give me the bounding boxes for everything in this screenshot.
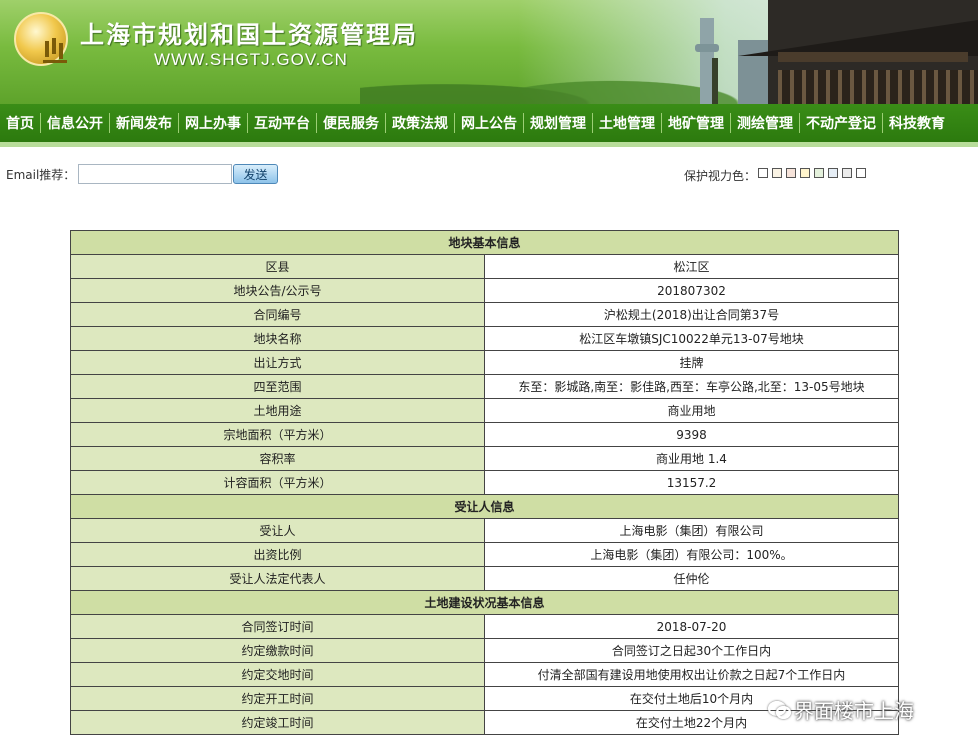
section-title: 地块基本信息	[70, 230, 899, 255]
table-row: 受让人法定代表人 任仲伦	[70, 566, 899, 591]
section-header-row: 土地建设状况基本信息	[70, 590, 899, 615]
eye-protection-color-label: 保护视力色：	[684, 169, 757, 183]
row-value: 9398	[484, 422, 899, 447]
row-label: 计容面积（平方米）	[70, 470, 485, 495]
row-value: 13157.2	[484, 470, 899, 495]
table-row: 容积率 商业用地 1.4	[70, 446, 899, 471]
table-row: 地块名称 松江区车墩镇SJC10022单元13-07号地块	[70, 326, 899, 351]
section-header-row: 地块基本信息	[70, 230, 899, 255]
eye-protection-color-swatches	[758, 168, 866, 178]
table-row: 受让人 上海电影（集团）有限公司	[70, 518, 899, 543]
section-title: 土地建设状况基本信息	[70, 590, 899, 615]
row-label: 约定开工时间	[70, 686, 485, 711]
table-row: 土地用途 商业用地	[70, 398, 899, 423]
send-button[interactable]: 发送	[233, 164, 278, 184]
row-value: 付清全部国有建设用地使用权出让价款之日起7个工作日内	[484, 662, 899, 687]
row-label: 宗地面积（平方米）	[70, 422, 485, 447]
nav-item[interactable]: 新闻发布	[110, 113, 178, 133]
watermark: 界面楼市上海	[768, 695, 914, 723]
row-label: 土地用途	[70, 398, 485, 423]
nav-item[interactable]: 网上办事	[179, 113, 247, 133]
email-input[interactable]	[78, 164, 232, 184]
color-swatch[interactable]	[800, 168, 810, 178]
row-label: 约定竣工时间	[70, 710, 485, 735]
row-value: 上海电影（集团）有限公司：100%。	[484, 542, 899, 567]
row-label: 合同签订时间	[70, 614, 485, 639]
row-label: 约定交地时间	[70, 662, 485, 687]
table-row: 区县 松江区	[70, 254, 899, 279]
bureau-logo-icon[interactable]	[14, 12, 68, 66]
color-swatch[interactable]	[828, 168, 838, 178]
pavilion-roof	[738, 20, 978, 56]
row-label: 受让人	[70, 518, 485, 543]
wechat-icon	[768, 699, 791, 719]
nav-item[interactable]: 信息公开	[41, 113, 109, 133]
nav-underline	[0, 142, 978, 147]
pavilion-eaves	[778, 52, 968, 62]
row-value: 松江区车墩镇SJC10022单元13-07号地块	[484, 326, 899, 351]
logo-emblem-icon	[43, 38, 67, 63]
color-swatch[interactable]	[786, 168, 796, 178]
row-value: 任仲伦	[484, 566, 899, 591]
color-swatch[interactable]	[856, 168, 866, 178]
row-value: 商业用地	[484, 398, 899, 423]
nav-item[interactable]: 测绘管理	[731, 113, 799, 133]
table-row: 地块公告/公示号 201807302	[70, 278, 899, 303]
site-url: WWW.SHGTJ.GOV.CN	[154, 50, 348, 69]
nav-item[interactable]: 互动平台	[248, 113, 316, 133]
nav-item[interactable]: 地矿管理	[662, 113, 730, 133]
pavilion-railing	[778, 70, 978, 104]
table-row: 约定缴款时间 合同签订之日起30个工作日内	[70, 638, 899, 663]
color-swatch[interactable]	[814, 168, 824, 178]
row-value: 沪松规土(2018)出让合同第37号	[484, 302, 899, 327]
row-value: 松江区	[484, 254, 899, 279]
row-label: 合同编号	[70, 302, 485, 327]
row-label: 容积率	[70, 446, 485, 471]
site-title: 上海市规划和国土资源管理局	[80, 21, 418, 49]
row-label: 地块名称	[70, 326, 485, 351]
watermark-text: 界面楼市上海	[794, 698, 914, 723]
row-label: 约定缴款时间	[70, 638, 485, 663]
nav-item[interactable]: 规划管理	[524, 113, 592, 133]
row-label: 地块公告/公示号	[70, 278, 485, 303]
table-row: 约定交地时间 付清全部国有建设用地使用权出让价款之日起7个工作日内	[70, 662, 899, 687]
row-value: 201807302	[484, 278, 899, 303]
email-recommend-label: Email推荐：	[6, 168, 76, 182]
row-value: 2018-07-20	[484, 614, 899, 639]
section-title: 受让人信息	[70, 494, 899, 519]
table-row: 合同签订时间 2018-07-20	[70, 614, 899, 639]
row-label: 受让人法定代表人	[70, 566, 485, 591]
color-swatch[interactable]	[772, 168, 782, 178]
table-row: 四至范围 东至：影城路,南至：影佳路,西至：车亭公路,北至：13-05号地块	[70, 374, 899, 399]
nav-item[interactable]: 不动产登记	[800, 113, 882, 133]
row-value: 挂牌	[484, 350, 899, 375]
row-value: 上海电影（集团）有限公司	[484, 518, 899, 543]
nav-item[interactable]: 首页	[0, 113, 40, 133]
row-value: 东至：影城路,南至：影佳路,西至：车亭公路,北至：13-05号地块	[484, 374, 899, 399]
table-row: 出资比例 上海电影（集团）有限公司：100%。	[70, 542, 899, 567]
nav-item[interactable]: 网上公告	[455, 113, 523, 133]
nav-item[interactable]: 政策法规	[386, 113, 454, 133]
color-swatch[interactable]	[758, 168, 768, 178]
row-label: 四至范围	[70, 374, 485, 399]
table-row: 宗地面积（平方米） 9398	[70, 422, 899, 447]
nav-item[interactable]: 便民服务	[317, 113, 385, 133]
row-label: 出让方式	[70, 350, 485, 375]
row-value: 商业用地 1.4	[484, 446, 899, 471]
table-row: 合同编号 沪松规土(2018)出让合同第37号	[70, 302, 899, 327]
banner-lamp-image	[712, 58, 718, 104]
parcel-info-table: 地块基本信息 区县 松江区 地块公告/公示号 201807302 合同编号 沪松规土(201…	[70, 230, 899, 735]
table-row: 出让方式 挂牌	[70, 350, 899, 375]
nav-item[interactable]: 土地管理	[593, 113, 661, 133]
header-banner: 上海市规划和国土资源管理局 WWW.SHGTJ.GOV.CN	[0, 0, 978, 104]
banner-pavilion-image	[738, 0, 978, 104]
nav-item[interactable]: 科技教育	[883, 113, 951, 133]
color-swatch[interactable]	[842, 168, 852, 178]
row-value: 合同签订之日起30个工作日内	[484, 638, 899, 663]
row-label: 出资比例	[70, 542, 485, 567]
table-row: 计容面积（平方米） 13157.2	[70, 470, 899, 495]
main-nav: 首页 信息公开 新闻发布 网上办事 互动平台 便民服务 政策法规 网上公告 规划管理 土地管理 地矿…	[0, 104, 978, 142]
row-label: 区县	[70, 254, 485, 279]
section-header-row: 受让人信息	[70, 494, 899, 519]
